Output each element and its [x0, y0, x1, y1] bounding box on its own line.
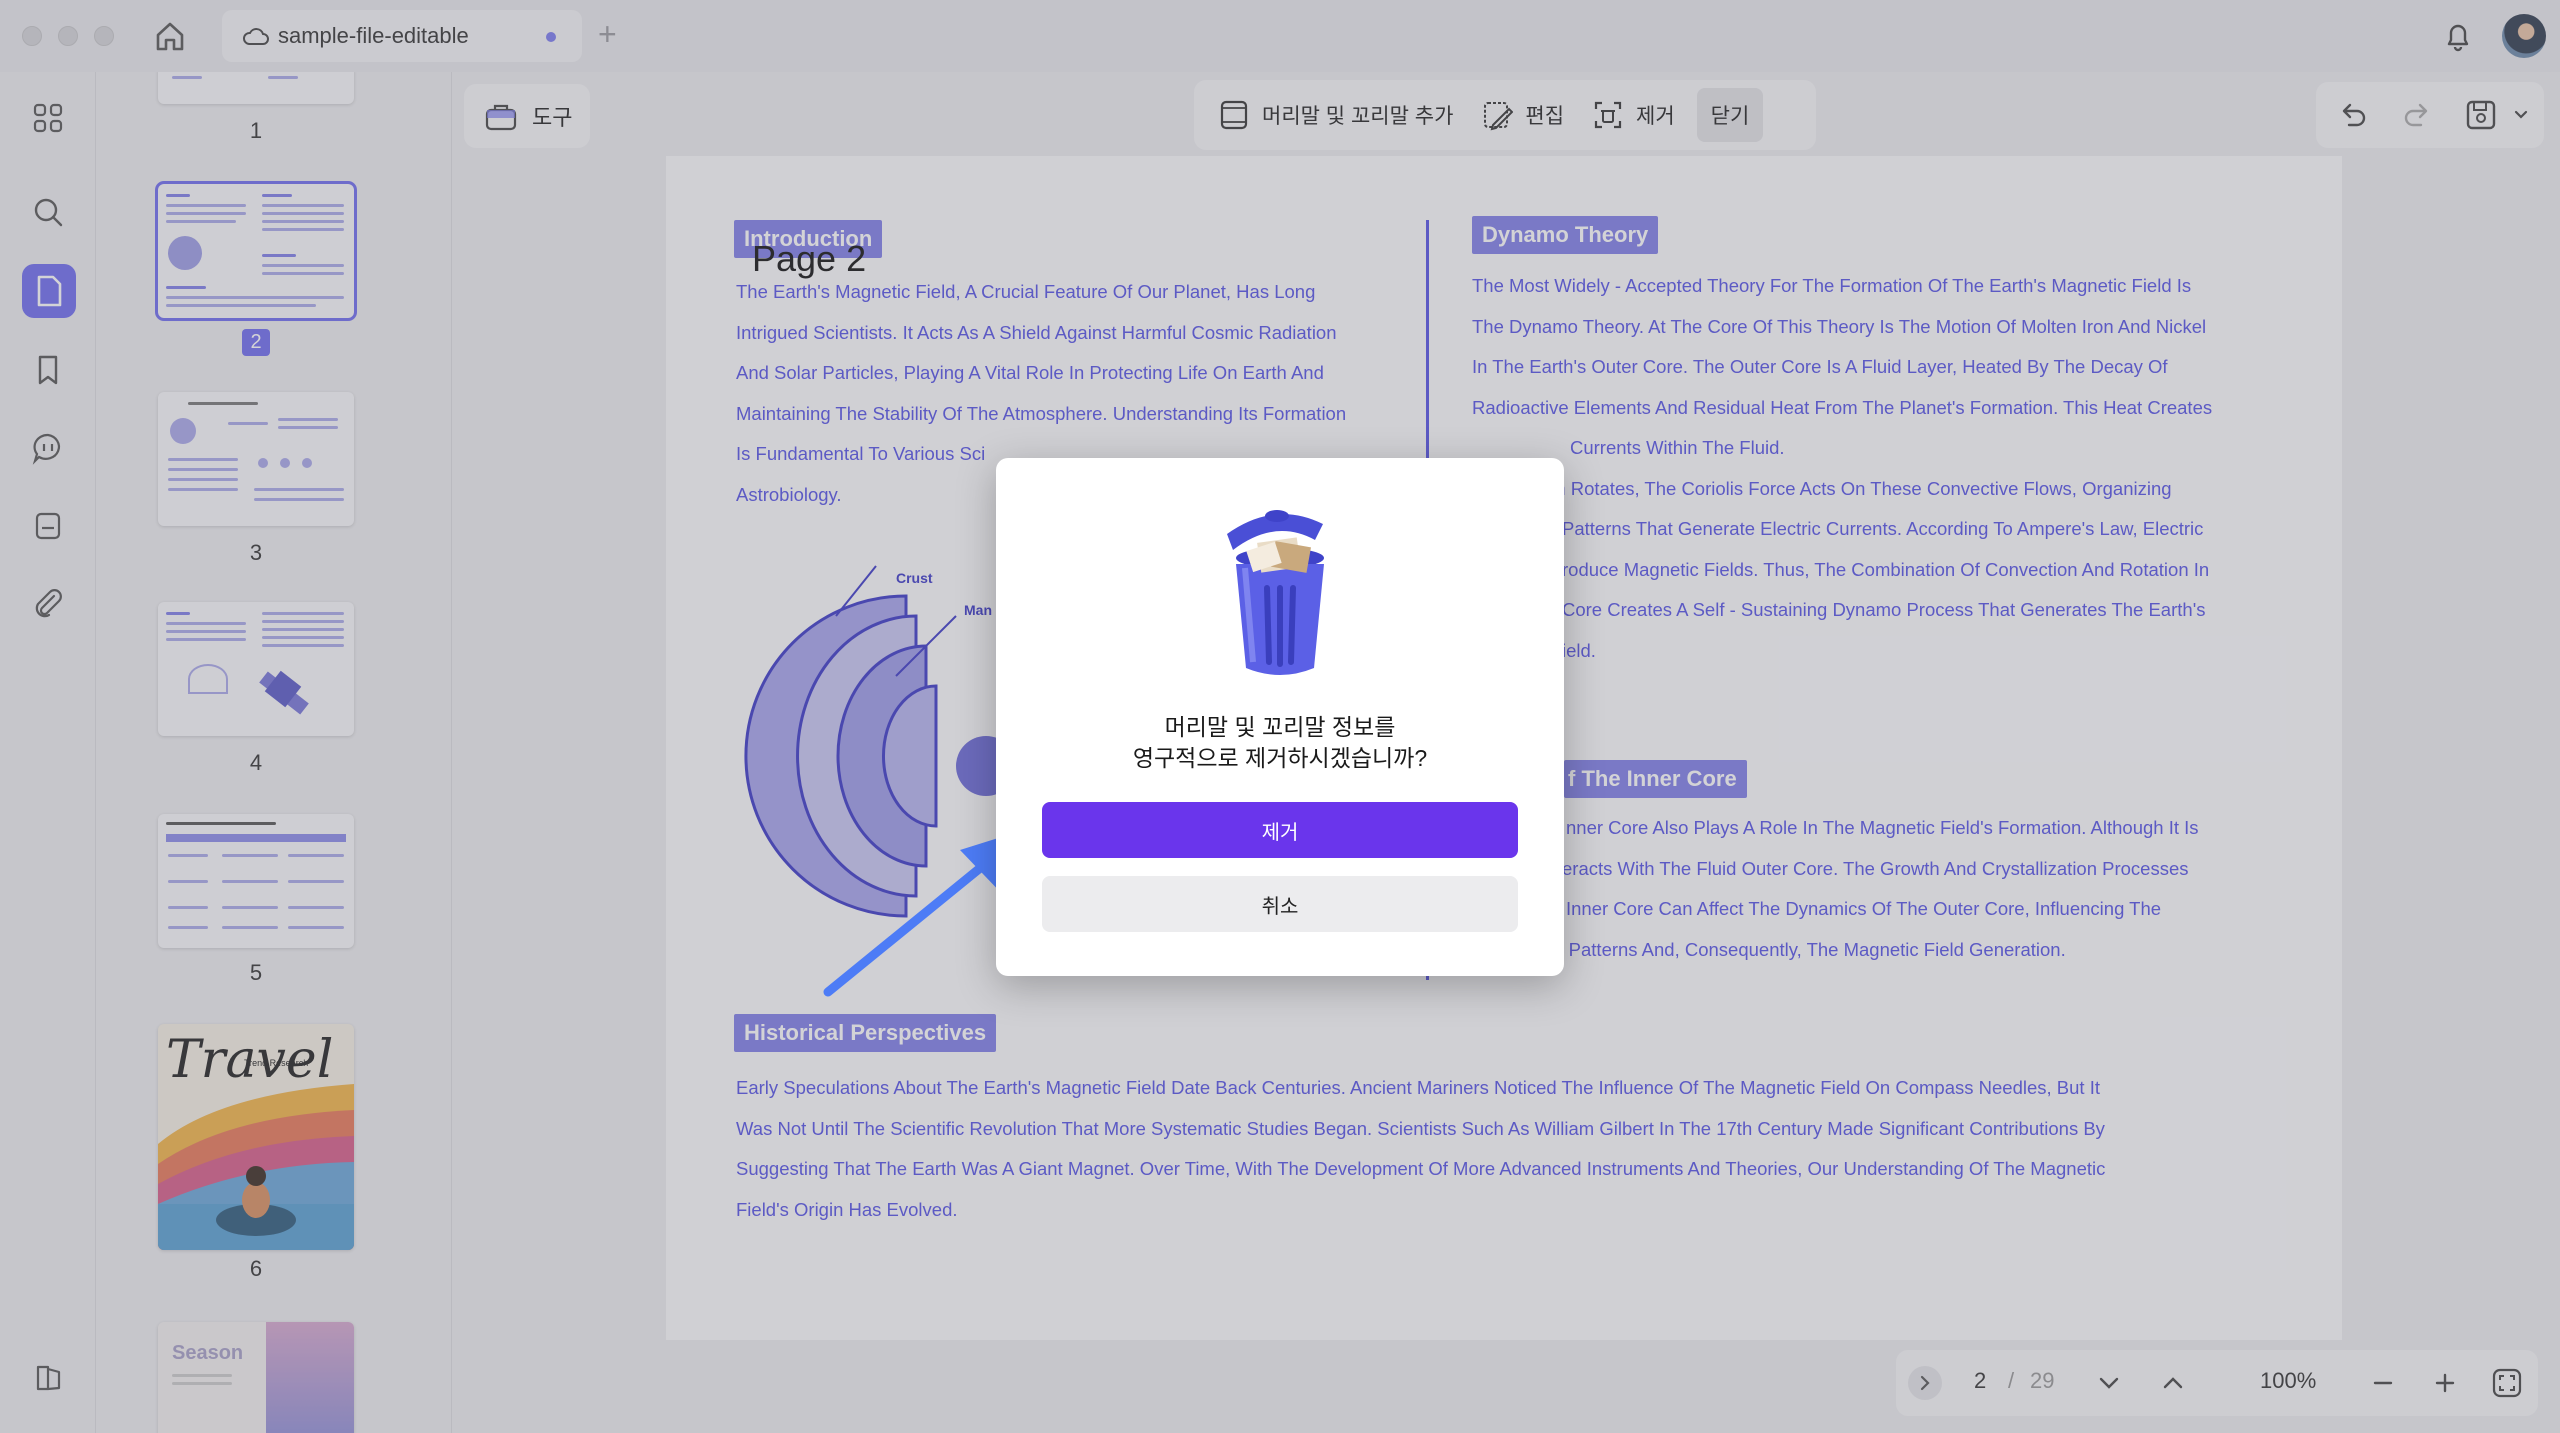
remove-confirmation-dialog: 머리말 및 꼬리말 정보를 영구적으로 제거하시겠습니까? 제거 취소: [996, 458, 1564, 976]
confirm-remove-button[interactable]: 제거: [1042, 802, 1518, 858]
cancel-button[interactable]: 취소: [1042, 876, 1518, 932]
trash-bin-icon: [1227, 510, 1324, 675]
dialog-message: 머리말 및 꼬리말 정보를 영구적으로 제거하시겠습니까?: [1132, 714, 1428, 771]
